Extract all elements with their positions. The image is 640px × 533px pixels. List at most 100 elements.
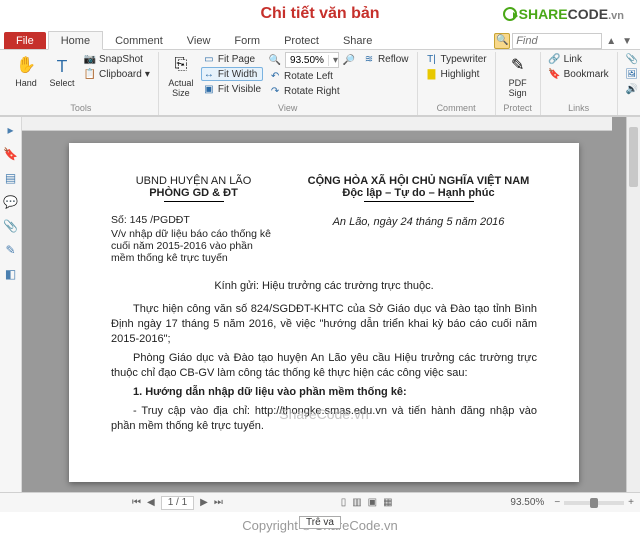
- link-button[interactable]: 🔗Link: [547, 52, 611, 66]
- zoom-out-icon: 🔍: [269, 54, 281, 66]
- document-canvas[interactable]: UBND HUYỆN AN LÃO PHÒNG GD & ĐT CỘNG HÒA…: [22, 117, 626, 492]
- tab-protect[interactable]: Protect: [272, 32, 331, 49]
- reflow-icon: ≋: [363, 53, 375, 65]
- layout-continuous-icon[interactable]: ▥: [352, 497, 361, 508]
- typewriter-icon: T|: [426, 53, 438, 65]
- comments-panel-icon[interactable]: 💬: [3, 195, 19, 211]
- bookmark-icon: 🔖: [549, 68, 561, 80]
- rotate-right-icon: ↷: [269, 85, 281, 97]
- doc-number: Số: 145 /PGDĐT: [111, 214, 276, 226]
- brand-icon: [503, 7, 517, 21]
- fit-width-button[interactable]: ↔Fit Width: [201, 67, 263, 81]
- fit-visible-button[interactable]: ▣Fit Visible: [201, 82, 263, 96]
- pdf-page: UBND HUYỆN AN LÃO PHÒNG GD & ĐT CỘNG HÒA…: [69, 143, 579, 482]
- search-next[interactable]: ▼: [620, 36, 634, 47]
- clipboard-button[interactable]: 📋Clipboard ▾: [82, 67, 152, 81]
- attachment-icon: 📎: [626, 53, 638, 65]
- rotate-left-button[interactable]: ↶Rotate Left: [267, 69, 357, 83]
- search-input[interactable]: [512, 33, 602, 49]
- brand-logo: SHARECODE.vn: [503, 6, 624, 22]
- link-icon: 🔗: [549, 53, 561, 65]
- actual-size-button[interactable]: ⎘Actual Size: [165, 52, 197, 98]
- layout-single-icon[interactable]: ▯: [341, 497, 347, 508]
- prev-page-button[interactable]: ◀: [147, 497, 155, 508]
- image-icon: 🖼: [626, 68, 638, 80]
- highlight-icon: ▇: [426, 68, 438, 80]
- tab-share[interactable]: Share: [331, 32, 384, 49]
- tab-home[interactable]: Home: [48, 31, 103, 50]
- vertical-scrollbar[interactable]: [626, 117, 640, 492]
- next-page-button[interactable]: ▶: [200, 497, 208, 508]
- group-label-view: View: [165, 102, 411, 115]
- zoom-combo[interactable]: 93.50%▾: [285, 52, 339, 68]
- horizontal-ruler: [22, 117, 612, 131]
- group-label-links: Links: [547, 102, 611, 115]
- group-protect: ✎PDF Sign Protect: [496, 52, 541, 115]
- search-icon[interactable]: 🔍: [494, 33, 510, 49]
- rotate-left-icon: ↶: [269, 70, 281, 82]
- doc-kinh-gui: Kính gửi: Hiệu trưởng các trường trực th…: [111, 280, 537, 292]
- audio-video-button[interactable]: 🔊Audio & Video: [624, 82, 640, 96]
- doc-para-2: Phòng Giáo dục và Đào tạo huyện An Lão y…: [111, 351, 537, 381]
- select-button[interactable]: ＴSelect: [46, 52, 78, 88]
- reflow-button[interactable]: ≋Reflow: [361, 52, 411, 66]
- zoom-plus-button[interactable]: +: [628, 497, 634, 508]
- group-label-protect: Protect: [502, 102, 534, 115]
- rotate-right-button[interactable]: ↷Rotate Right: [267, 84, 357, 98]
- image-annotation-button[interactable]: 🖼Image Annotation: [624, 67, 640, 81]
- doc-org-line1: UBND HUYỆN AN LÃO: [111, 175, 276, 187]
- ribbon-tabs: File Home Comment View Form Protect Shar…: [0, 28, 640, 50]
- typewriter-button[interactable]: T|Typewriter: [424, 52, 489, 66]
- sidebar-expand-icon[interactable]: ▸: [3, 123, 19, 139]
- group-comment: T|Typewriter ▇Highlight Comment: [418, 52, 496, 115]
- bookmarks-panel-icon[interactable]: 🔖: [3, 147, 19, 163]
- hand-button[interactable]: ✋Hand: [10, 52, 42, 88]
- tab-file[interactable]: File: [4, 32, 46, 49]
- doc-motto: Độc lập – Tự do – Hạnh phúc: [300, 187, 537, 199]
- doc-heading-1: 1. Hướng dẫn nhập dữ liệu vào phần mềm t…: [111, 385, 537, 400]
- zoom-slider[interactable]: [564, 501, 624, 505]
- actual-size-icon: ⎘: [170, 54, 192, 76]
- tab-view[interactable]: View: [175, 32, 223, 49]
- pdf-sign-button[interactable]: ✎PDF Sign: [502, 52, 534, 98]
- zoom-minus-button[interactable]: −: [554, 497, 560, 508]
- group-label-comment: Comment: [424, 102, 489, 115]
- highlight-button[interactable]: ▇Highlight: [424, 67, 489, 81]
- signatures-panel-icon[interactable]: ✎: [3, 243, 19, 259]
- page-indicator[interactable]: 1 / 1: [161, 496, 194, 510]
- doc-org-line2: PHÒNG GD & ĐT: [111, 187, 276, 199]
- pages-panel-icon[interactable]: ▤: [3, 171, 19, 187]
- tab-form[interactable]: Form: [222, 32, 272, 49]
- first-page-button[interactable]: ⏮: [132, 497, 141, 508]
- doc-para-3: - Truy cập vào địa chỉ: http://thongke.s…: [111, 404, 537, 434]
- fit-visible-icon: ▣: [203, 83, 215, 95]
- layers-panel-icon[interactable]: ◧: [3, 267, 19, 283]
- group-view: ⎘Actual Size ▭Fit Page ↔Fit Width ▣Fit V…: [159, 52, 418, 115]
- group-label-insert: Insert: [624, 102, 640, 115]
- last-page-button[interactable]: ⏭: [214, 497, 223, 508]
- file-attachment-button[interactable]: 📎File Attachment: [624, 52, 640, 66]
- tab-comment[interactable]: Comment: [103, 32, 175, 49]
- doc-place-date: An Lão, ngày 24 tháng 5 năm 2016: [300, 214, 537, 264]
- snapshot-icon: 📷: [84, 53, 96, 65]
- hand-icon: ✋: [15, 54, 37, 76]
- snapshot-button[interactable]: 📷SnapShot: [82, 52, 152, 66]
- ribbon: ✋Hand ＴSelect 📷SnapShot 📋Clipboard ▾ Too…: [0, 50, 640, 116]
- zoom-text: 93.50%: [510, 497, 544, 508]
- doc-national-title: CỘNG HÒA XÃ HỘI CHỦ NGHĨA VIỆT NAM: [300, 175, 537, 187]
- group-links: 🔗Link 🔖Bookmark Links: [541, 52, 618, 115]
- pdf-sign-icon: ✎: [507, 54, 529, 76]
- fit-width-icon: ↔: [203, 68, 215, 80]
- zoom-out-button[interactable]: 🔍: [267, 53, 283, 67]
- layout-cont-facing-icon[interactable]: ▦: [383, 497, 392, 508]
- attachments-panel-icon[interactable]: 📎: [3, 219, 19, 235]
- doc-para-1: Thực hiện công văn số 824/SGDĐT-KHTC của…: [111, 302, 537, 347]
- fit-page-button[interactable]: ▭Fit Page: [201, 52, 263, 66]
- search-prev[interactable]: ▲: [604, 36, 618, 47]
- bookmark-button[interactable]: 🔖Bookmark: [547, 67, 611, 81]
- clipboard-icon: 📋: [84, 68, 96, 80]
- layout-facing-icon[interactable]: ▣: [368, 497, 377, 508]
- workspace: ▸ 🔖 ▤ 💬 📎 ✎ ◧ UBND HUYỆN AN LÃO PHÒNG GD…: [0, 116, 640, 492]
- group-tools: ✋Hand ＴSelect 📷SnapShot 📋Clipboard ▾ Too…: [4, 52, 159, 115]
- zoom-in-button[interactable]: 🔎: [341, 53, 357, 67]
